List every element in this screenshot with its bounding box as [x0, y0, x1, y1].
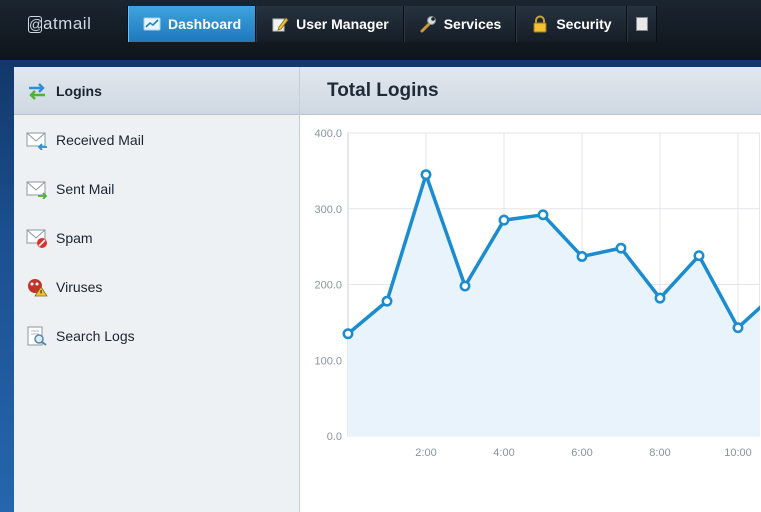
nav-tab-user-manager[interactable]: User Manager: [256, 6, 404, 42]
page-title-text: Total Logins: [327, 79, 439, 101]
more-icon: [635, 17, 648, 31]
lock-icon: [533, 15, 547, 33]
y-tick-label: 300.0: [314, 204, 342, 216]
nav-tab-security[interactable]: Security: [516, 6, 627, 42]
sidebar-item-viruses[interactable]: Viruses: [14, 262, 299, 311]
x-tick-label: 4:00: [493, 447, 514, 459]
sidebar-item-received-mail[interactable]: Received Mail: [14, 115, 299, 164]
nav-tab-dashboard[interactable]: Dashboard: [128, 6, 257, 42]
data-point: [342, 328, 354, 340]
data-point: [498, 214, 510, 226]
y-tick-label: 0.0: [327, 431, 342, 443]
y-tick-label: 400.0: [314, 128, 342, 140]
sidebar: Logins Received Mail Sent Mail Spam Viru…: [14, 67, 300, 512]
sidebar-item-search-logs[interactable]: Search Logs: [14, 311, 299, 360]
page-title: Total Logins: [300, 67, 761, 115]
nav-tab-label: Security: [556, 16, 612, 32]
dashboard-icon: [143, 17, 161, 31]
brand-logo[interactable]: @ atmail: [10, 6, 128, 42]
data-point: [576, 251, 588, 262]
brand-name: atmail: [43, 14, 92, 33]
nav-tab-services[interactable]: Services: [403, 6, 517, 42]
data-point: [420, 169, 432, 181]
main-content: Total Logins 400.0 300.0 200.0 100.0 0.0 2:00…: [300, 67, 761, 512]
sidebar-item-label: Sent Mail: [56, 180, 115, 197]
data-point: [693, 250, 705, 262]
data-point: [654, 292, 666, 304]
logins-arrows-icon: [29, 82, 45, 100]
nav-tab-label: Services: [443, 16, 502, 32]
search-logs-icon: [27, 326, 47, 346]
sidebar-item-sent-mail[interactable]: Sent Mail: [14, 164, 299, 213]
data-point: [732, 322, 744, 334]
pencil-icon: [272, 17, 289, 32]
top-navigation-bar: @atmail Dashboard User Manager Services: [0, 0, 761, 60]
nav-tab-label: Dashboard: [168, 16, 242, 32]
wrench-icon: [420, 16, 436, 33]
virus-icon: [28, 278, 48, 296]
data-point: [537, 209, 549, 221]
sidebar-item-label: Spam: [56, 229, 93, 246]
data-point: [381, 295, 393, 307]
sidebar-header-label: Logins: [56, 82, 102, 99]
total-logins-chart: 400.0 300.0 200.0 100.0 0.0 2:00 4:00 6:00 8:00 1…: [314, 128, 760, 459]
sidebar-item-label: Search Logs: [56, 327, 135, 344]
received-mail-icon: [26, 132, 47, 150]
y-tick-label: 200.0: [314, 280, 342, 292]
x-tick-label: 8:00: [649, 447, 670, 459]
nav-tab-more[interactable]: [626, 6, 657, 42]
data-point: [459, 280, 471, 292]
y-tick-label: 100.0: [314, 355, 342, 367]
nav-tab-label: User Manager: [296, 16, 389, 32]
at-logo-icon: @: [28, 15, 44, 33]
sidebar-item-spam[interactable]: Spam: [14, 213, 299, 262]
x-tick-label: 10:00: [724, 447, 752, 459]
data-point: [615, 242, 627, 254]
sidebar-item-label: Received Mail: [56, 131, 144, 148]
main-nav: @atmail Dashboard User Manager Services: [10, 6, 657, 42]
sidebar-item-label: Viruses: [56, 278, 103, 295]
sent-mail-icon: [26, 181, 48, 199]
content-panel: Logins Received Mail Sent Mail Spam Viru…: [14, 67, 761, 512]
spam-icon: [26, 229, 47, 248]
sidebar-item-logins[interactable]: Logins: [14, 67, 299, 115]
x-tick-label: 6:00: [571, 447, 592, 459]
x-tick-label: 2:00: [415, 447, 436, 459]
